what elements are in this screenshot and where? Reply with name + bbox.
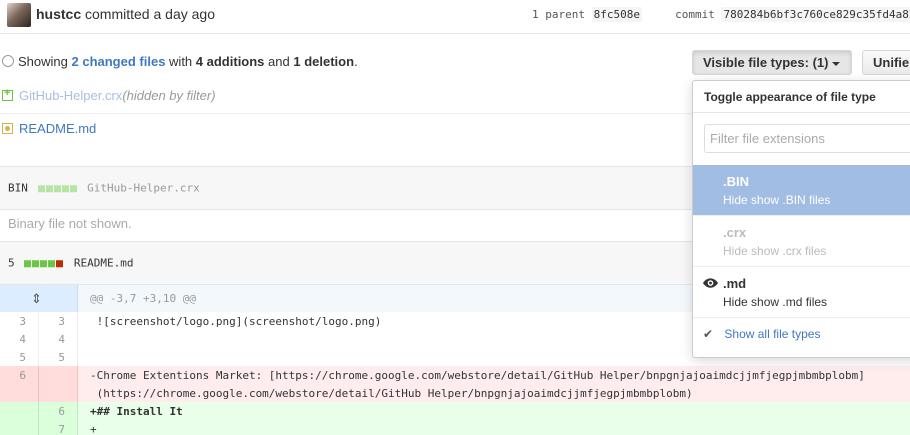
info-icon [2, 55, 14, 67]
diffstat [24, 257, 64, 270]
commit-action: committed a day ago [85, 6, 215, 22]
code-line: ![screenshot/logo.png](screenshot/logo.p… [90, 315, 382, 328]
file-added-icon: + [2, 87, 13, 101]
additions-count: 4 additions [195, 54, 265, 69]
check-icon: ✔ [703, 327, 714, 341]
eye-icon [703, 278, 718, 288]
commit-sha: 780284b6bf3c760ce829c35fd4a8292 [721, 7, 910, 22]
unified-button[interactable]: Unifie [862, 50, 910, 75]
file-type-dropdown: Toggle appearance of file type .BIN Hide… [692, 80, 910, 358]
code-line: +## Install It [90, 405, 183, 418]
commit-bar: hustcc committed a day ago 1 parent 8fc5… [0, 0, 910, 34]
visible-file-types-label: Visible file types: (1) [703, 55, 829, 70]
old-line-number[interactable]: 5 [0, 348, 39, 366]
file-name[interactable]: README.md [74, 256, 134, 269]
diff-row-deletion: 6 -Chrome Extentions Market: [https://ch… [0, 366, 910, 402]
dropdown-title: Toggle appearance of file type [704, 90, 876, 104]
new-line-number[interactable] [39, 366, 78, 402]
diff-row-addition: 6 +## Install It [0, 402, 910, 420]
old-line-number[interactable] [0, 402, 39, 420]
toc-item: + GitHub-Helper.crx(hidden by filter) [0, 80, 692, 113]
toc-file-name: GitHub-Helper.crx [19, 88, 123, 103]
parent-sha-link[interactable]: 8fc508e [591, 7, 642, 22]
new-line-number[interactable]: 3 [39, 312, 78, 330]
commit-label: commit [675, 8, 715, 21]
old-line-number[interactable]: 4 [0, 330, 39, 348]
new-line-number[interactable]: 6 [39, 402, 78, 420]
file-type-desc: Hide show .BIN files [723, 193, 831, 207]
expand-icon[interactable]: ⇕ [31, 291, 42, 307]
summary-text: Showing 2 changed files with 4 additions… [18, 54, 358, 69]
divider [693, 112, 910, 113]
code-line: -Chrome Extentions Market: [https://chro… [90, 369, 865, 382]
summary-suffix: . [354, 54, 358, 69]
hidden-by-filter-note: (hidden by filter) [122, 88, 216, 103]
new-line-number[interactable]: 7 [39, 420, 78, 435]
old-line-number[interactable]: 3 [0, 312, 39, 330]
filter-extensions-input[interactable] [704, 124, 910, 153]
diffstat [37, 182, 78, 195]
commit-message: hustcc committed a day ago [36, 6, 215, 22]
changed-files-link[interactable]: 2 changed files [72, 54, 166, 69]
code-line: + [90, 423, 97, 435]
visible-file-types-button[interactable]: Visible file types: (1) [692, 50, 852, 75]
hunk-text: @@ -3,7 +3,10 @@ [90, 292, 196, 305]
chevron-down-icon [832, 61, 841, 66]
old-line-number[interactable] [0, 420, 39, 435]
file-info: BIN GitHub-Helper.crx [8, 181, 200, 195]
toc-item: README.md [0, 113, 692, 146]
file-type-desc: Hide show .crx files [723, 244, 827, 258]
show-all-link[interactable]: Show all file types [724, 327, 820, 341]
file-modified-icon [2, 123, 13, 134]
file-type-item-bin[interactable]: .BIN Hide show .BIN files [693, 165, 910, 216]
new-line-number[interactable]: 5 [39, 348, 78, 366]
file-type-ext: .md [723, 276, 747, 291]
deletions-count: 1 deletion [293, 54, 355, 69]
commit-author[interactable]: hustcc [36, 6, 81, 22]
change-count: 5 [8, 256, 15, 270]
summary-mid: with [169, 54, 193, 69]
new-line-number[interactable]: 4 [39, 330, 78, 348]
commit-meta: 1 parent 8fc508e commit 780284b6bf3c760c… [532, 7, 910, 22]
hunk-gutter: ⇕ [0, 285, 78, 312]
parent-label: 1 parent [532, 8, 585, 21]
file-type-ext: .crx [723, 225, 747, 240]
file-type-ext: .BIN [723, 174, 749, 189]
old-line-number[interactable]: 6 [0, 366, 39, 402]
diff-row-addition: 7 + [0, 420, 910, 435]
toc-link-crx[interactable]: GitHub-Helper.crx(hidden by filter) [19, 88, 216, 103]
binary-label: BIN [8, 181, 28, 195]
show-all-file-types[interactable]: ✔ Show all file types [703, 327, 820, 341]
file-type-item-crx[interactable]: .crx Hide show .crx files [693, 216, 910, 267]
unified-label: Unifie [873, 55, 910, 70]
file-name[interactable]: GitHub-Helper.crx [87, 181, 200, 194]
binary-note: Binary file not shown. [8, 216, 132, 231]
summary-and: and [268, 54, 290, 69]
toc-link-readme[interactable]: README.md [19, 121, 96, 136]
code-line-wrap: (https://chrome.google.com/webstore/deta… [90, 387, 693, 400]
file-info: 5 README.md [8, 256, 133, 270]
file-type-desc: Hide show .md files [723, 295, 828, 309]
summary-prefix: Showing [18, 54, 68, 69]
avatar[interactable] [7, 3, 31, 27]
file-type-item-md[interactable]: .md Hide show .md files [693, 267, 910, 318]
